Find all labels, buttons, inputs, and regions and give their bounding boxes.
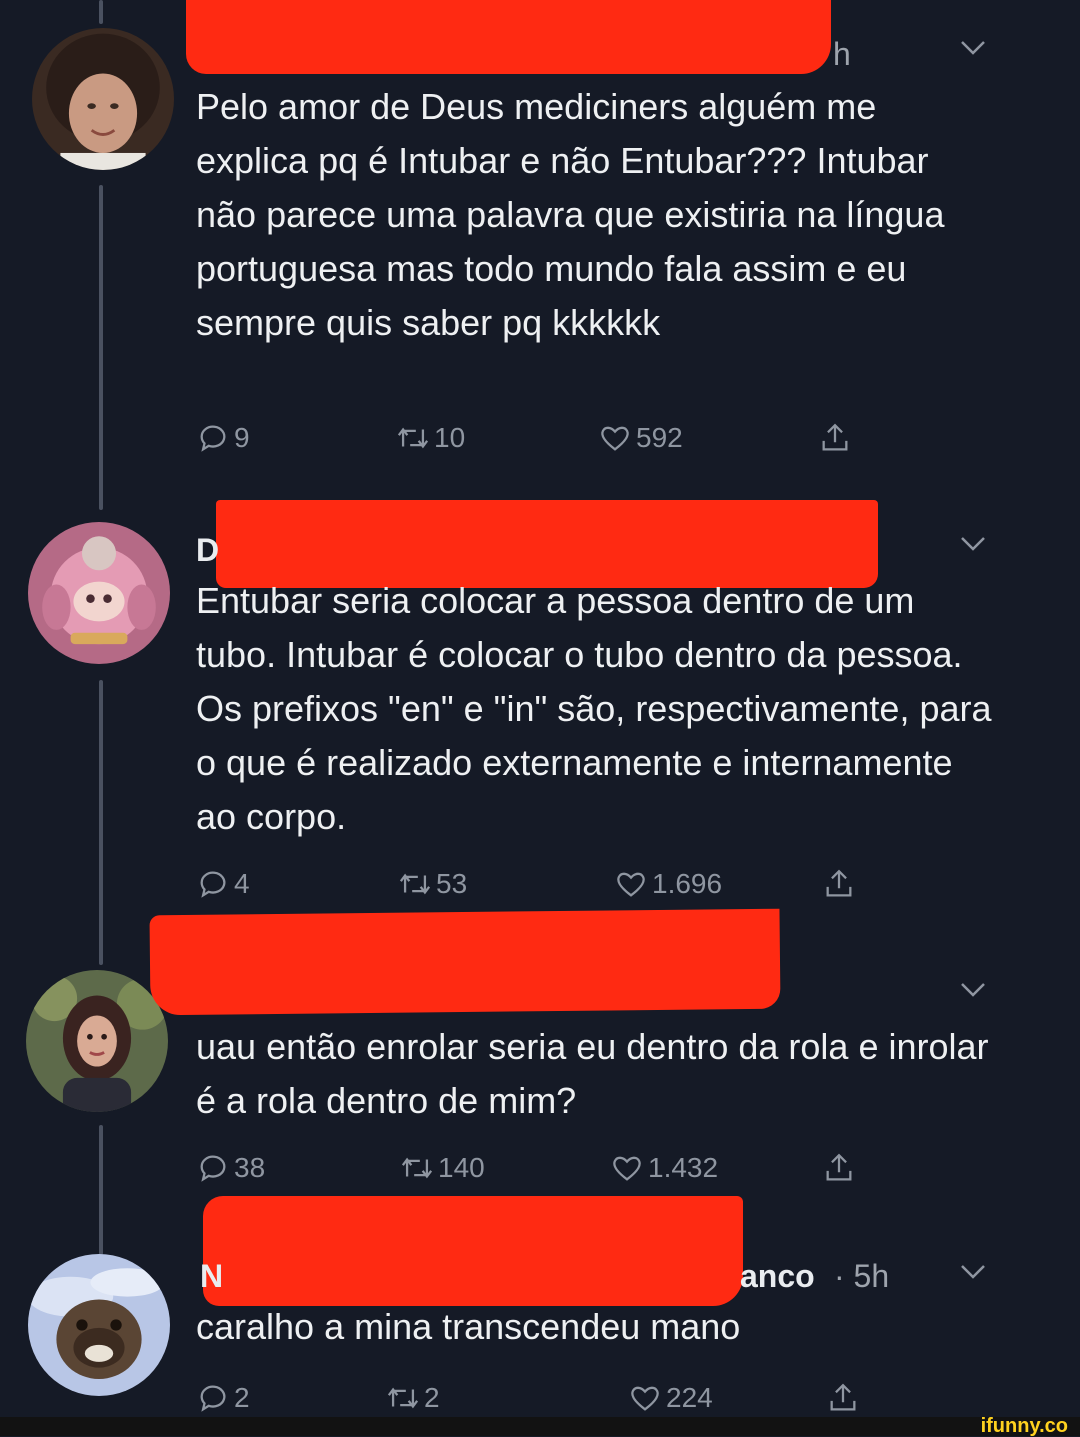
chevron-down-icon[interactable] <box>960 40 986 56</box>
reply-icon <box>200 425 226 452</box>
reply-icon <box>200 1155 226 1182</box>
avatar[interactable] <box>32 28 174 170</box>
thread-line <box>99 1125 103 1255</box>
tweet-actions: 9 10 592 <box>196 416 896 460</box>
tweet-text: Entubar seria colocar a pessoa dentro de… <box>196 580 992 837</box>
avatar-image <box>26 970 168 1112</box>
user-handle-fragment: anco <box>740 1258 815 1294</box>
like-button[interactable]: 1.432 <box>610 1146 718 1190</box>
watermark-bar: ifunny.co <box>0 1415 1080 1437</box>
retweet-button[interactable]: 10 <box>396 416 465 460</box>
chevron-down-icon[interactable] <box>960 536 986 552</box>
retweet-count: 10 <box>434 422 466 453</box>
share-button[interactable] <box>822 862 860 906</box>
reply-icon <box>200 871 226 898</box>
retweet-button[interactable]: 140 <box>400 1146 485 1190</box>
thread-line <box>99 0 103 24</box>
name-redaction <box>186 0 831 74</box>
user-name: D <box>196 532 220 568</box>
tweet-text: Pelo amor de Deus mediciners alguém me e… <box>196 86 945 343</box>
chevron-down-icon[interactable] <box>960 982 986 998</box>
like-button[interactable]: 1.696 <box>614 862 722 906</box>
user-name: N <box>200 1258 224 1294</box>
avatar-image <box>28 522 170 664</box>
like-count: 1.432 <box>648 1152 719 1183</box>
share-icon <box>826 869 852 897</box>
retweet-icon <box>397 427 429 449</box>
share-icon <box>822 423 848 451</box>
name-redaction <box>149 908 781 1016</box>
avatar-image <box>28 1254 170 1396</box>
retweet-icon <box>399 873 431 895</box>
chevron-down-icon[interactable] <box>960 1264 986 1280</box>
avatar[interactable] <box>26 970 168 1112</box>
heart-icon <box>601 426 629 451</box>
tweet-text: uau então enrolar seria eu dentro da rol… <box>196 1026 989 1121</box>
retweet-icon <box>387 1387 419 1409</box>
share-button[interactable] <box>822 1146 860 1190</box>
thread-line <box>99 680 103 965</box>
tweet-actions: 2 2 224 <box>196 1376 896 1420</box>
reply-button[interactable]: 38 <box>196 1146 265 1190</box>
reply-count: 2 <box>234 1382 250 1413</box>
tweet-actions: 4 53 1.696 <box>196 862 896 906</box>
like-count: 1.696 <box>652 868 723 899</box>
tweet-time: · 5h <box>834 1258 890 1294</box>
share-button[interactable] <box>826 1376 864 1420</box>
tweet-actions: 38 140 1.432 <box>196 1146 896 1190</box>
retweet-count: 140 <box>438 1152 485 1183</box>
reply-button[interactable]: 2 <box>196 1376 250 1420</box>
watermark: ifunny.co <box>980 1415 1068 1437</box>
share-icon <box>830 1383 856 1411</box>
avatar-image <box>32 28 174 170</box>
heart-icon <box>631 1386 659 1411</box>
like-count: 224 <box>666 1382 713 1413</box>
tweet-text: caralho a mina transcendeu mano <box>196 1306 741 1347</box>
retweet-count: 2 <box>424 1382 440 1413</box>
thread-line <box>99 185 103 510</box>
retweet-icon <box>401 1157 433 1179</box>
retweet-button[interactable]: 2 <box>386 1376 440 1420</box>
share-button[interactable] <box>818 416 856 460</box>
retweet-count: 53 <box>436 868 468 899</box>
avatar[interactable] <box>28 1254 170 1396</box>
share-icon <box>826 1153 852 1181</box>
reply-button[interactable]: 4 <box>196 862 250 906</box>
name-redaction <box>203 1196 743 1306</box>
avatar[interactable] <box>28 522 170 664</box>
reply-button[interactable]: 9 <box>196 416 250 460</box>
like-button[interactable]: 592 <box>598 416 683 460</box>
tweet-time: h <box>833 36 851 72</box>
like-count: 592 <box>636 422 683 453</box>
reply-count: 4 <box>234 868 250 899</box>
reply-count: 38 <box>234 1152 266 1183</box>
reply-count: 9 <box>234 422 250 453</box>
reply-icon <box>200 1385 226 1412</box>
retweet-button[interactable]: 53 <box>398 862 467 906</box>
heart-icon <box>617 872 645 897</box>
heart-icon <box>613 1156 641 1181</box>
like-button[interactable]: 224 <box>628 1376 713 1420</box>
